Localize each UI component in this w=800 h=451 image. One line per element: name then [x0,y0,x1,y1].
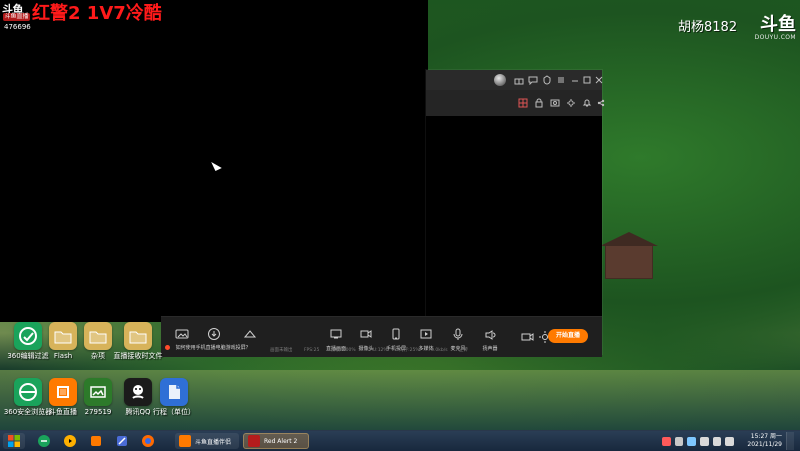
app-toolbar [426,90,605,117]
avatar[interactable] [494,74,506,86]
image-icon [84,378,112,406]
bell-icon[interactable] [582,98,592,108]
minimize-icon[interactable] [570,75,580,85]
douyu-watermark-site: DOUYU.COM [754,34,796,41]
clock-time: 15:27 周一 [750,433,782,440]
douyu-small-logo-text: 斗鱼 [2,3,24,16]
live-screen-icon[interactable] [327,325,345,343]
taskbar-clock[interactable]: 15:27 周一 2021/11/29 [730,433,782,449]
obs-bottom-right: 开始直播 [516,317,596,357]
tray-icon[interactable] [687,436,697,446]
help-notice-text: 如何使用手机直播电脑游戏投屏？ [175,345,251,351]
scene-icon[interactable] [173,325,191,343]
task-icon [179,435,191,447]
app-titlebar[interactable] [426,70,604,90]
stream-overlay-top-left: 斗鱼 斗鱼直播 476696 红警2 1V7冷酷 [0,0,200,34]
system-tray: 15:27 周一 2021/11/29 [662,432,794,450]
download-icon[interactable] [205,325,223,343]
windows-taskbar: 斗鱼直播伴侣 Red Alert 2 15:27 周一 2021/11/29 [0,430,800,451]
folder-icon [124,322,152,350]
desktop-icon-label: 行程（单位） [153,408,195,416]
microphone-icon[interactable] [449,325,467,343]
streaming-app-window[interactable] [426,70,605,354]
close-icon[interactable] [594,75,604,85]
gift-icon[interactable] [514,75,524,85]
stream-video-area[interactable] [0,0,428,322]
douyu-watermark-logo: 斗鱼 [760,14,796,35]
taskbar-pinned-firefox[interactable] [137,433,159,449]
maximize-icon[interactable] [582,75,592,85]
settings-icon[interactable] [566,98,576,108]
folder-icon [84,322,112,350]
task-icon [248,435,260,447]
network-icon[interactable] [241,325,259,343]
status-item: 0.0kb/s [431,348,448,353]
status-item: FPS:25 [303,348,320,353]
record-icon[interactable] [518,328,536,346]
status-item: CPU:12% [367,348,388,353]
status-row: 画面未输出 FPS:25 丢帧:0.00% CPU:12% 内存:25% 0.0… [270,347,478,355]
taskbar-pinned-douyu[interactable] [85,433,107,449]
grid-icon[interactable] [518,98,528,108]
mouse-cursor-icon [211,158,222,172]
desktop-icon-label: 直播接收时文件 [113,352,163,360]
show-desktop-button[interactable] [786,432,794,450]
start-live-button[interactable]: 开始直播 [548,329,588,343]
taskbar-task-douyu[interactable]: 斗鱼直播伴侣 [175,433,239,449]
wallpaper-cabin [600,232,658,279]
lock-icon[interactable] [534,98,544,108]
status-item: 内存:25% [399,348,420,353]
camera-icon[interactable] [357,325,375,343]
room-id: 476696 [4,23,31,31]
taskbar-pinned-tool[interactable] [111,433,133,449]
tray-icon[interactable] [674,436,684,446]
clock-date: 2021/11/29 [747,441,782,448]
streamer-name: 胡杨8182 [678,20,738,35]
tray-icons [662,435,735,447]
desktop-icon-live-folder[interactable]: 直播接收时文件 [110,322,166,384]
taskbar-pinned-player[interactable] [59,433,81,449]
shield-icon[interactable] [542,75,552,85]
tray-icon[interactable] [700,436,709,446]
document-icon [160,378,188,406]
phone-cast-icon[interactable] [387,325,405,343]
tray-icon[interactable] [662,436,671,446]
taskbar-task-label: 斗鱼直播伴侣 [195,438,232,446]
status-item: 上传 [459,348,469,353]
douyu-room-pill: 斗鱼直播 [3,13,30,21]
taskbar-task-label: Red Alert 2 [264,437,298,445]
status-item: 画面未输出 [270,348,293,353]
capture-icon[interactable] [550,98,560,108]
share-icon[interactable] [596,98,606,108]
stream-title: 红警2 1V7冷酷 [32,3,162,24]
douyu-watermark: 斗鱼 DOUYU.COM [752,16,796,42]
speaker-icon[interactable] [481,325,499,343]
tray-icon[interactable] [712,436,722,446]
media-icon[interactable] [417,325,435,343]
message-icon[interactable] [528,75,538,85]
taskbar-task-redalert[interactable]: Red Alert 2 [243,433,309,449]
start-button[interactable] [3,433,25,449]
status-item: 丢帧:0.00% [330,348,356,353]
taskbar-pinned-360[interactable] [33,433,55,449]
menu-icon[interactable] [556,75,566,85]
stream-overlay-top-right: 胡杨8182 斗鱼 DOUYU.COM [678,16,796,42]
